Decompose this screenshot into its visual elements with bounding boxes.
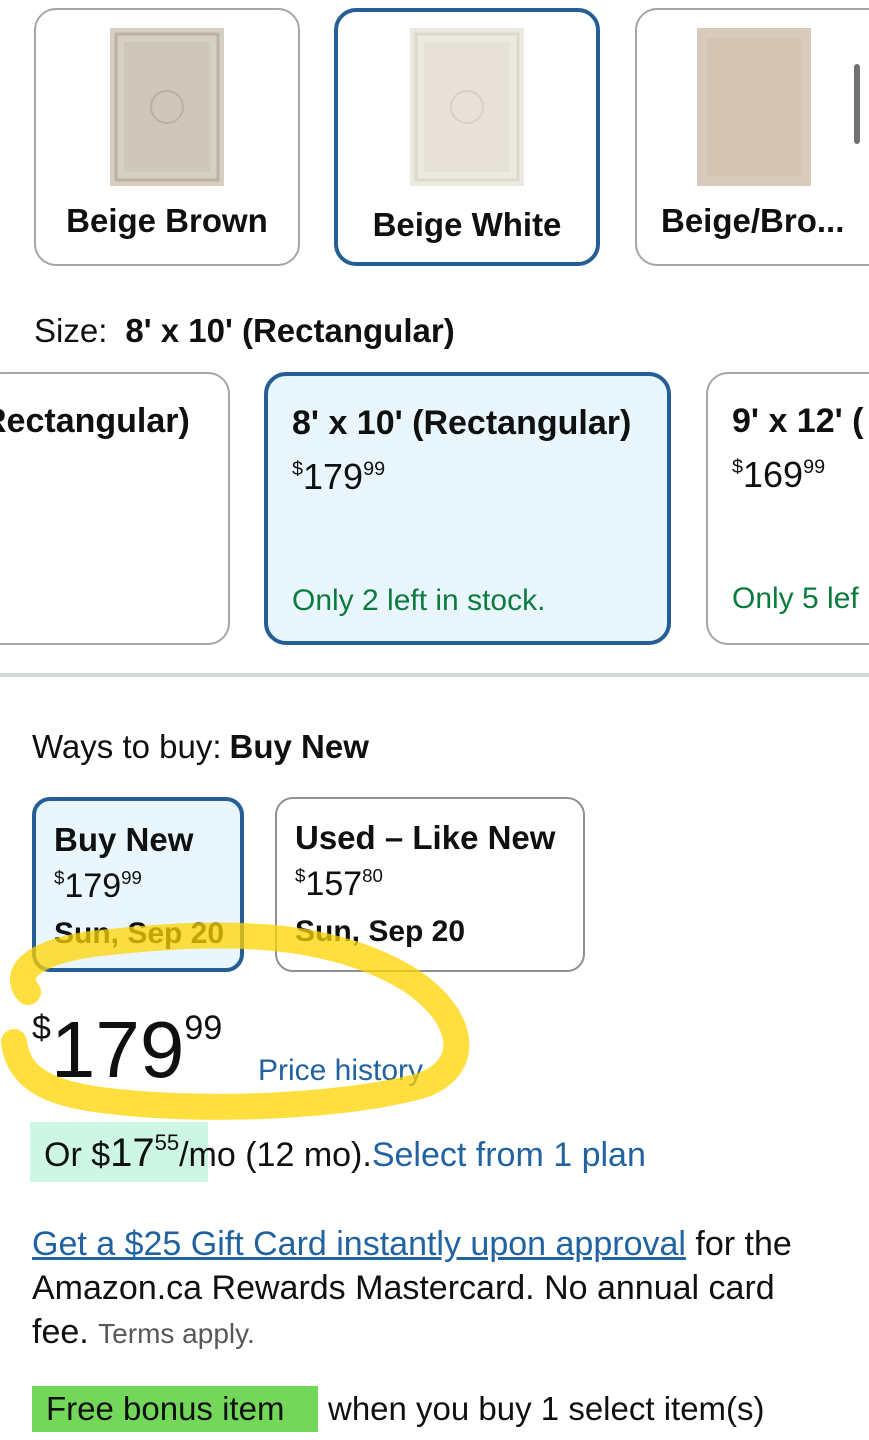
buy-option-new[interactable]: Buy New $17999 Sun, Sep 20	[32, 797, 244, 972]
size-option-price: $16999	[732, 454, 826, 495]
stock-status: Only 2 left in stock.	[292, 584, 546, 617]
size-option-price: $17999	[292, 456, 386, 497]
size-option-8x10[interactable]: 8' x 10' (Rectangular) $17999 Only 2 lef…	[264, 372, 671, 645]
terms-text: Terms apply.	[98, 1318, 255, 1349]
size-option-9x12[interactable]: 9' x 12' ( $16999 Only 5 lef	[706, 372, 869, 645]
bonus-badge[interactable]: Free bonus item	[46, 1390, 284, 1428]
buy-option-title: Buy New	[54, 821, 194, 858]
ways-to-buy-selected: Buy New	[229, 728, 369, 765]
main-price: $17999	[32, 1005, 223, 1094]
color-option-beige-white[interactable]: Beige White	[334, 8, 600, 266]
stock-status: Only 5 lef	[732, 582, 859, 615]
color-option-label: Beige White	[372, 206, 562, 243]
size-option-title: 8' x 10' (Rectangular)	[292, 404, 632, 442]
size-selected-label: Size: 8' x 10' (Rectangular)	[34, 312, 455, 350]
bonus-description: when you buy 1 select item(s)	[328, 1390, 765, 1427]
ways-to-buy-prefix: Ways to buy:	[32, 728, 222, 765]
buy-option-price: $17999	[54, 867, 142, 906]
section-divider	[0, 673, 869, 677]
size-option-previous[interactable]: Rectangular)	[0, 372, 230, 645]
color-option-label: Beige/Bro...	[661, 202, 845, 239]
buy-option-price: $15780	[295, 865, 383, 904]
buy-option-delivery-date: Sun, Sep 20	[54, 917, 225, 950]
buy-option-used-like-new[interactable]: Used – Like New $15780 Sun, Sep 20	[275, 797, 585, 972]
gift-card-link[interactable]: Get a $25 Gift Card instantly upon appro…	[32, 1225, 686, 1263]
price-history-link[interactable]: Price history	[258, 1054, 423, 1088]
color-option-label: Beige Brown	[66, 202, 268, 239]
ways-to-buy-label: Ways to buy: Buy New	[32, 728, 369, 766]
scrollbar[interactable]	[854, 64, 860, 144]
size-selected-value: 8' x 10' (Rectangular)	[125, 312, 455, 349]
color-option-beige-bro[interactable]: Beige/Bro...	[635, 8, 869, 266]
buy-option-title: Used – Like New	[295, 819, 556, 856]
gift-card-offer: Get a $25 Gift Card instantly upon appro…	[32, 1225, 792, 1351]
size-option-title: Rectangular)	[0, 402, 190, 440]
rug-thumbnail-image	[110, 28, 224, 186]
size-option-title: 9' x 12' (	[732, 402, 864, 440]
buy-option-delivery-date: Sun, Sep 20	[295, 915, 466, 948]
color-option-beige-brown[interactable]: Beige Brown	[34, 8, 300, 266]
monthly-payment: Or $1755/mo (12 mo).Select from 1 plan	[44, 1130, 646, 1175]
rug-thumbnail-image	[697, 28, 811, 186]
size-prefix: Size:	[34, 312, 108, 349]
select-plan-link[interactable]: Select from 1 plan	[372, 1136, 646, 1174]
rug-thumbnail-image	[410, 28, 524, 186]
